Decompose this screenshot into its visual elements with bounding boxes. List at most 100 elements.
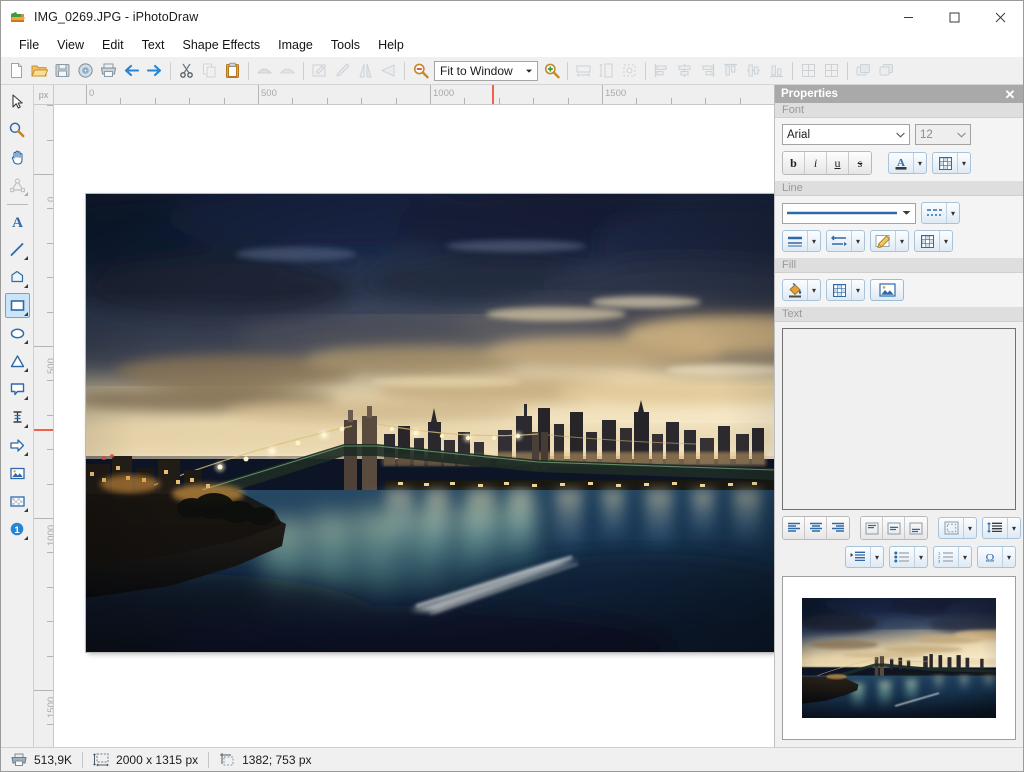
- bold-button[interactable]: b: [783, 152, 805, 174]
- line-dash-button[interactable]: ▾: [921, 202, 960, 224]
- strikethrough-button[interactable]: s: [849, 152, 871, 174]
- chevron-down-icon[interactable]: ▾: [895, 231, 908, 251]
- close-icon[interactable]: ✕: [1003, 87, 1017, 101]
- menu-tools[interactable]: Tools: [322, 35, 369, 55]
- chevron-down-icon[interactable]: ▾: [914, 547, 927, 567]
- font-size-combo[interactable]: 12: [915, 124, 971, 145]
- line-spacing-button[interactable]: ▾: [982, 517, 1021, 539]
- chevron-down-icon[interactable]: ▾: [946, 203, 959, 223]
- chevron-down-icon[interactable]: [892, 132, 909, 138]
- menu-help[interactable]: Help: [369, 35, 413, 55]
- zoom-tool[interactable]: [5, 117, 30, 142]
- chevron-down-icon[interactable]: [521, 67, 537, 75]
- image-thumbnail-preview[interactable]: [782, 576, 1016, 740]
- flip-horizontal-icon[interactable]: [354, 59, 377, 82]
- line-width-combo[interactable]: [782, 202, 916, 224]
- align-text-bottom-button[interactable]: [905, 517, 927, 539]
- menu-image[interactable]: Image: [269, 35, 322, 55]
- align-text-middle-button[interactable]: [883, 517, 905, 539]
- dimension-tool[interactable]: [5, 405, 30, 430]
- text-tool[interactable]: A: [5, 209, 30, 234]
- brush-icon[interactable]: [331, 59, 354, 82]
- redo-arrow-icon[interactable]: [143, 59, 166, 82]
- zoom-level-combo[interactable]: Fit to Window: [434, 60, 538, 81]
- font-family-combo[interactable]: Arial: [782, 124, 910, 145]
- print-icon[interactable]: [97, 59, 120, 82]
- image-object[interactable]: [86, 194, 774, 652]
- fill-palette-button[interactable]: ▾: [826, 279, 865, 301]
- align-top-icon[interactable]: [719, 59, 742, 82]
- chevron-down-icon[interactable]: ▾: [1002, 547, 1015, 567]
- menu-file[interactable]: File: [10, 35, 48, 55]
- chevron-down-icon[interactable]: ▾: [957, 153, 970, 173]
- align-text-top-button[interactable]: [861, 517, 883, 539]
- horizontal-ruler[interactable]: 0500100015002: [54, 85, 774, 105]
- open-icon[interactable]: [28, 59, 51, 82]
- insert-image-tool[interactable]: [5, 461, 30, 486]
- fill-image-button[interactable]: [870, 279, 904, 301]
- edit-shape-icon[interactable]: [308, 59, 331, 82]
- fit-selection-icon[interactable]: [618, 59, 641, 82]
- new-icon[interactable]: [5, 59, 28, 82]
- pan-tool[interactable]: [5, 145, 30, 170]
- line-tool[interactable]: [5, 237, 30, 262]
- arrow-tool[interactable]: [5, 433, 30, 458]
- rectangle-tool[interactable]: [4, 293, 30, 318]
- ellipse-tool[interactable]: [5, 321, 30, 346]
- symbol-button[interactable]: Ω ▾: [977, 546, 1016, 568]
- select-tool[interactable]: [5, 89, 30, 114]
- text-content-textarea[interactable]: [782, 328, 1016, 510]
- numbering-button[interactable]: 1 2 3 ▾: [933, 546, 972, 568]
- zoom-in-icon[interactable]: [540, 59, 563, 82]
- mask-tool[interactable]: [5, 489, 30, 514]
- zoom-out-icon[interactable]: [409, 59, 432, 82]
- close-button[interactable]: [977, 1, 1023, 33]
- line-edit-button[interactable]: ▾: [870, 230, 909, 252]
- chevron-down-icon[interactable]: ▾: [851, 280, 864, 300]
- perspective-icon[interactable]: [377, 59, 400, 82]
- line-style-button[interactable]: ▾: [782, 230, 821, 252]
- triangle-tool[interactable]: [5, 349, 30, 374]
- polygon-tool[interactable]: [5, 265, 30, 290]
- copy-icon[interactable]: [198, 59, 221, 82]
- menu-edit[interactable]: Edit: [93, 35, 133, 55]
- node-edit-tool[interactable]: [5, 173, 30, 198]
- font-palette-button[interactable]: ▾: [932, 152, 971, 174]
- send-to-back-icon[interactable]: [875, 59, 898, 82]
- distribute-horizontal-icon[interactable]: [797, 59, 820, 82]
- line-color-button[interactable]: ▾: [914, 230, 953, 252]
- chevron-down-icon[interactable]: [898, 210, 915, 216]
- numbering-tool[interactable]: 1: [5, 517, 30, 542]
- align-center-icon[interactable]: [673, 59, 696, 82]
- indent-button[interactable]: ▾: [845, 546, 884, 568]
- italic-button[interactable]: i: [805, 152, 827, 174]
- chevron-down-icon[interactable]: ▾: [807, 231, 820, 251]
- maximize-button[interactable]: [931, 1, 977, 33]
- chevron-down-icon[interactable]: ▾: [807, 280, 820, 300]
- chevron-down-icon[interactable]: ▾: [939, 231, 952, 251]
- ruler-unit-label[interactable]: px: [34, 85, 54, 105]
- rotate-right-icon[interactable]: [276, 59, 299, 82]
- callout-tool[interactable]: [5, 377, 30, 402]
- chevron-down-icon[interactable]: ▾: [870, 547, 883, 567]
- drawing-canvas[interactable]: [54, 105, 774, 747]
- menu-view[interactable]: View: [48, 35, 93, 55]
- fit-width-icon[interactable]: [572, 59, 595, 82]
- fit-height-icon[interactable]: [595, 59, 618, 82]
- align-text-left-button[interactable]: [783, 517, 805, 539]
- vertical-ruler[interactable]: 0 500 1000 1500: [34, 105, 54, 747]
- align-text-center-button[interactable]: [805, 517, 827, 539]
- menu-text[interactable]: Text: [133, 35, 174, 55]
- distribute-vertical-icon[interactable]: [820, 59, 843, 82]
- menu-shape-effects[interactable]: Shape Effects: [174, 35, 270, 55]
- align-middle-icon[interactable]: [742, 59, 765, 82]
- chevron-down-icon[interactable]: ▾: [963, 518, 976, 538]
- burn-disc-icon[interactable]: [74, 59, 97, 82]
- align-text-right-button[interactable]: [827, 517, 849, 539]
- text-margin-button[interactable]: ▾: [938, 517, 977, 539]
- align-left-icon[interactable]: [650, 59, 673, 82]
- bullets-button[interactable]: ▾: [889, 546, 928, 568]
- minimize-button[interactable]: [885, 1, 931, 33]
- undo-arrow-icon[interactable]: [120, 59, 143, 82]
- fill-bucket-button[interactable]: ▾: [782, 279, 821, 301]
